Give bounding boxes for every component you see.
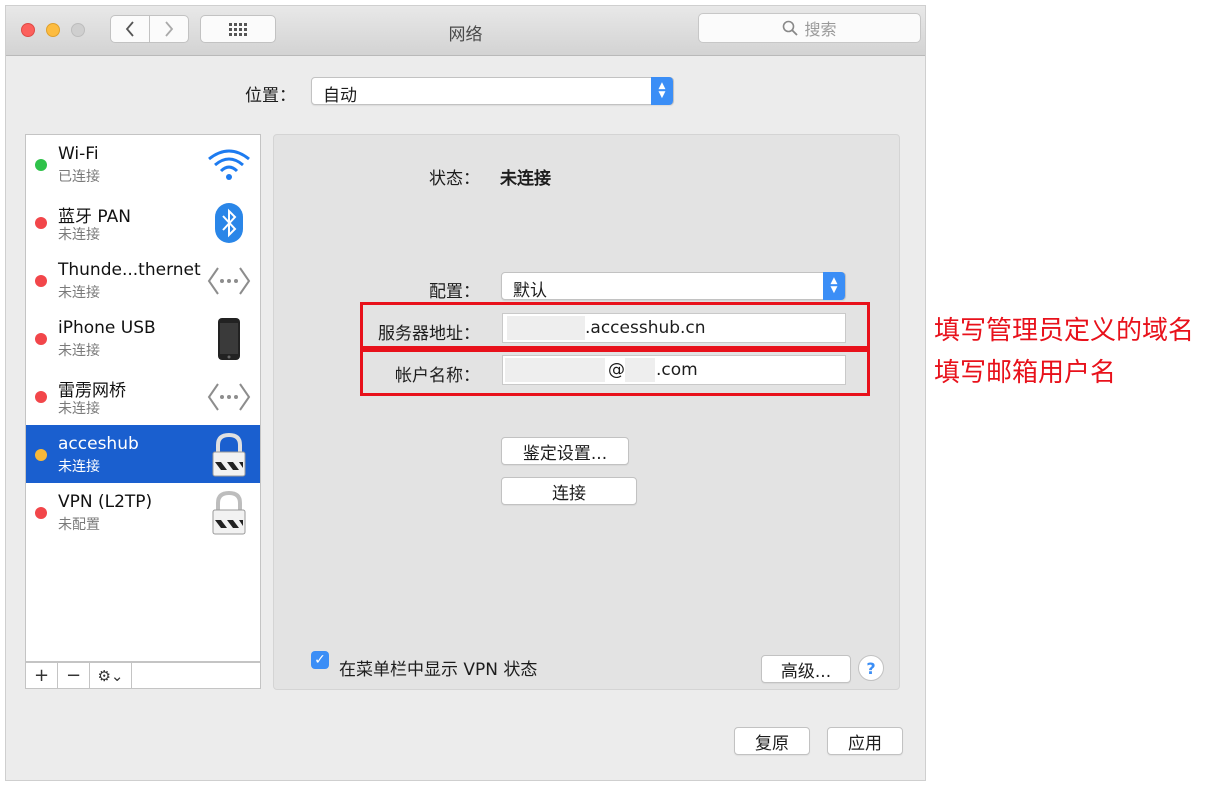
ethernet-icon <box>206 259 252 303</box>
status-value: 未连接 <box>500 169 551 189</box>
service-item-acceshub[interactable]: acceshub 未连接 <box>26 425 260 483</box>
bluetooth-icon <box>206 201 252 245</box>
service-item-vpn-l2tp[interactable]: VPN (L2TP) 未配置 <box>26 483 260 541</box>
vpn-lock-icon <box>206 490 252 535</box>
status-dot <box>35 391 47 403</box>
service-list: Wi-Fi 已连接 蓝牙 PAN 未连接 Thunde...thernet 未连… <box>25 134 261 662</box>
service-item-iphone-usb[interactable]: iPhone USB 未连接 <box>26 309 260 367</box>
service-name: Thunde...thernet <box>58 260 201 280</box>
service-name: VPN (L2TP) <box>58 492 153 512</box>
popup-arrows-icon: ▲ ▼ <box>651 77 673 105</box>
add-service-button[interactable]: + <box>26 663 58 688</box>
service-status: 未连接 <box>58 285 100 301</box>
config-value: 默认 <box>513 281 547 301</box>
connect-button[interactable]: 连接 <box>501 477 637 505</box>
service-item-bluetooth-pan[interactable]: 蓝牙 PAN 未连接 <box>26 193 260 251</box>
popup-arrows-icon: ▲ ▼ <box>823 272 845 300</box>
account-annotation: 填写邮箱用户名 <box>934 358 1117 388</box>
gear-menu-button[interactable]: ⚙⌄ <box>90 663 132 688</box>
status-dot <box>35 507 47 519</box>
config-popup[interactable]: 默认 ▲ ▼ <box>501 272 846 301</box>
service-list-toolbar: + − ⚙⌄ <box>25 662 261 689</box>
config-label: 配置： <box>429 282 480 302</box>
service-item-wifi[interactable]: Wi-Fi 已连接 <box>26 135 260 193</box>
status-label: 状态： <box>429 169 480 189</box>
detail-panel <box>273 134 900 690</box>
show-vpn-status-checkbox[interactable]: ✓ <box>311 651 329 669</box>
status-dot <box>35 333 47 345</box>
service-item-thunderbolt-bridge[interactable]: 雷雳网桥 未连接 <box>26 367 260 425</box>
status-dot <box>35 449 47 461</box>
search-field[interactable]: 搜索 <box>698 13 921 43</box>
authentication-settings-button[interactable]: 鉴定设置... <box>501 437 629 465</box>
service-status: 未连接 <box>58 343 100 359</box>
search-placeholder: 搜索 <box>804 20 837 39</box>
service-name: iPhone USB <box>58 318 156 338</box>
help-button[interactable]: ? <box>858 655 884 681</box>
search-icon <box>783 20 799 36</box>
location-popup[interactable]: 自动 ▲ ▼ <box>311 77 674 106</box>
location-label: 位置： <box>245 86 296 106</box>
apply-button[interactable]: 应用 <box>827 727 903 755</box>
service-name: acceshub <box>58 434 139 454</box>
service-status: 未连接 <box>58 401 100 417</box>
iphone-icon <box>206 317 252 361</box>
account-highlight-box <box>360 349 870 396</box>
service-status: 未配置 <box>58 517 100 533</box>
vpn-lock-icon <box>206 432 252 477</box>
wifi-icon <box>206 143 252 187</box>
service-status: 未连接 <box>58 459 100 475</box>
server-highlight-box <box>360 302 870 349</box>
show-vpn-status-label: 在菜单栏中显示 VPN 状态 <box>339 660 538 680</box>
location-value: 自动 <box>323 86 357 106</box>
status-dot <box>35 159 47 171</box>
service-status: 未连接 <box>58 227 100 243</box>
service-status: 已连接 <box>58 169 100 185</box>
advanced-button[interactable]: 高级... <box>761 655 851 683</box>
ethernet-icon <box>206 375 252 419</box>
server-annotation: 填写管理员定义的域名 <box>934 316 1195 346</box>
status-dot <box>35 217 47 229</box>
revert-button[interactable]: 复原 <box>734 727 810 755</box>
title-bar: 网络 搜索 <box>6 6 925 56</box>
status-dot <box>35 275 47 287</box>
service-name: Wi-Fi <box>58 144 99 164</box>
remove-service-button[interactable]: − <box>58 663 90 688</box>
checkmark-icon: ✓ <box>314 652 326 668</box>
service-item-thunderbolt-ethernet[interactable]: Thunde...thernet 未连接 <box>26 251 260 309</box>
